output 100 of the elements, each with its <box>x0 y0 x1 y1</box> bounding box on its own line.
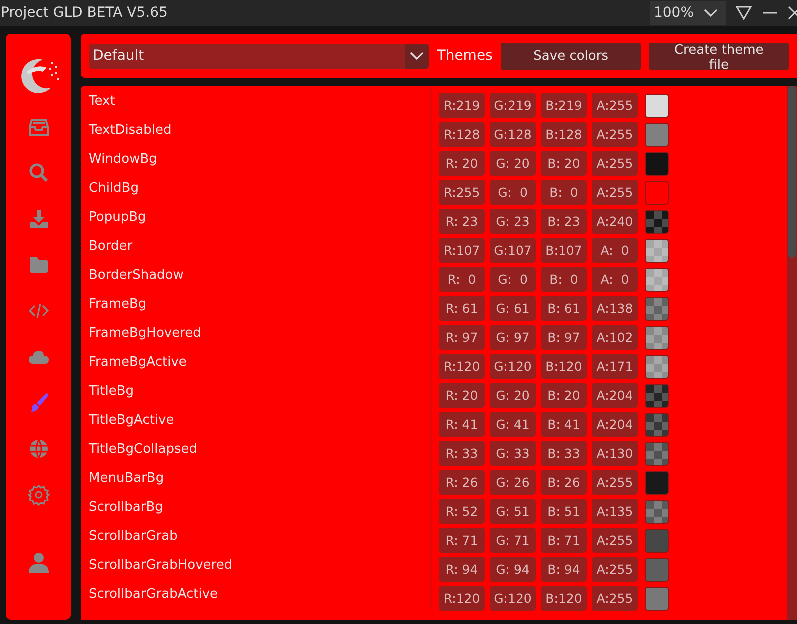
color-swatch[interactable] <box>645 558 669 582</box>
channel-field[interactable]: B: 94 <box>541 557 587 582</box>
color-swatch[interactable] <box>645 238 669 262</box>
channel-field[interactable]: R: 97 <box>439 325 485 350</box>
channel-field[interactable]: A:255 <box>592 586 638 611</box>
channel-field[interactable]: A:138 <box>592 296 638 321</box>
settings-icon <box>28 484 50 506</box>
channel-field[interactable]: B: 51 <box>541 499 587 524</box>
channel-field[interactable]: G: 20 <box>490 151 536 176</box>
channel-field[interactable]: R:120 <box>439 586 485 611</box>
channel-field[interactable]: B:219 <box>541 93 587 118</box>
color-swatch[interactable] <box>645 152 669 176</box>
channel-field[interactable]: G: 23 <box>490 209 536 234</box>
channel-field[interactable]: A:255 <box>592 122 638 147</box>
channel-field[interactable]: G: 97 <box>490 325 536 350</box>
channel-field[interactable]: R: 52 <box>439 499 485 524</box>
channel-field[interactable]: B: 61 <box>541 296 587 321</box>
color-swatch[interactable] <box>645 122 669 146</box>
channel-field[interactable]: B:128 <box>541 122 587 147</box>
channel-field[interactable]: R:255 <box>439 180 485 205</box>
channel-field[interactable]: R: 71 <box>439 528 485 553</box>
channel-field[interactable]: A:171 <box>592 354 638 379</box>
channel-field[interactable]: A:204 <box>592 412 638 437</box>
channel-field[interactable]: B: 23 <box>541 209 587 234</box>
theme-dropdown[interactable]: Default <box>89 44 430 68</box>
channel-field[interactable]: G: 26 <box>490 470 536 495</box>
channel-field[interactable]: G: 0 <box>490 180 536 205</box>
color-swatch[interactable] <box>645 528 669 552</box>
channel-field[interactable]: B: 33 <box>541 441 587 466</box>
channel-field[interactable]: R: 20 <box>439 383 485 408</box>
channel-field[interactable]: A:102 <box>592 325 638 350</box>
triangle-icon[interactable] <box>736 6 752 20</box>
channel-field[interactable]: A:255 <box>592 93 638 118</box>
channel-field[interactable]: G: 51 <box>490 499 536 524</box>
channel-field[interactable]: G:107 <box>490 238 536 263</box>
color-swatch[interactable] <box>645 296 669 320</box>
color-swatch[interactable] <box>645 94 669 118</box>
channel-field[interactable]: R: 0 <box>439 267 485 292</box>
channel-field[interactable]: G:120 <box>490 586 536 611</box>
channel-field[interactable]: G: 41 <box>490 412 536 437</box>
channel-field[interactable]: A: 0 <box>592 238 638 263</box>
channel-field[interactable]: A:255 <box>592 180 638 205</box>
channel-field[interactable]: B: 0 <box>541 180 587 205</box>
channel-field[interactable]: G:219 <box>490 93 536 118</box>
channel-field[interactable]: B:120 <box>541 354 587 379</box>
toolbar-button[interactable]: Save colors <box>500 42 642 70</box>
channel-field[interactable]: R:107 <box>439 238 485 263</box>
channel-field[interactable]: A:240 <box>592 209 638 234</box>
channel-field[interactable]: B: 20 <box>541 151 587 176</box>
channel-field[interactable]: G: 94 <box>490 557 536 582</box>
channel-field[interactable]: A:204 <box>592 383 638 408</box>
channel-field[interactable]: R: 61 <box>439 296 485 321</box>
zoom-dropdown[interactable]: 100% <box>650 1 726 25</box>
channel-field[interactable]: A:255 <box>592 557 638 582</box>
color-swatch[interactable] <box>645 180 669 204</box>
color-swatch[interactable] <box>645 384 669 408</box>
channel-field[interactable]: R: 33 <box>439 441 485 466</box>
channel-field[interactable]: G: 33 <box>490 441 536 466</box>
color-swatch[interactable] <box>645 470 669 494</box>
channel-field[interactable]: G: 71 <box>490 528 536 553</box>
channel-field[interactable]: A: 0 <box>592 267 638 292</box>
color-swatch[interactable] <box>645 354 669 378</box>
channel-field[interactable]: B:120 <box>541 586 587 611</box>
color-swatch[interactable] <box>645 586 669 610</box>
color-swatch[interactable] <box>645 412 669 436</box>
channel-field[interactable]: R:120 <box>439 354 485 379</box>
channel-field[interactable]: R: 94 <box>439 557 485 582</box>
channel-field[interactable]: B: 0 <box>541 267 587 292</box>
color-swatch[interactable] <box>645 442 669 466</box>
channel-field[interactable]: R:128 <box>439 122 485 147</box>
close-icon[interactable] <box>788 6 797 20</box>
channel-field[interactable]: A:255 <box>592 470 638 495</box>
channel-field[interactable]: A:255 <box>592 528 638 553</box>
scrollbar[interactable] <box>787 86 797 620</box>
channel-field[interactable]: G:120 <box>490 354 536 379</box>
color-swatch[interactable] <box>645 500 669 524</box>
color-swatch[interactable] <box>645 326 669 350</box>
search-icon <box>28 162 50 184</box>
channel-field[interactable]: A:255 <box>592 151 638 176</box>
channel-field[interactable]: A:135 <box>592 499 638 524</box>
channel-field[interactable]: B: 97 <box>541 325 587 350</box>
toolbar-button[interactable]: Create theme file <box>649 42 789 70</box>
color-swatch[interactable] <box>645 210 669 234</box>
channel-field[interactable]: B: 20 <box>541 383 587 408</box>
channel-field[interactable]: B:107 <box>541 238 587 263</box>
channel-field[interactable]: A:130 <box>592 441 638 466</box>
channel-field[interactable]: R: 41 <box>439 412 485 437</box>
channel-field[interactable]: G: 0 <box>490 267 536 292</box>
color-name: TitleBgActive <box>89 406 431 435</box>
color-swatch[interactable] <box>645 268 669 292</box>
channel-field[interactable]: G: 61 <box>490 296 536 321</box>
channel-field[interactable]: G:128 <box>490 122 536 147</box>
channel-field[interactable]: B: 41 <box>541 412 587 437</box>
channel-field[interactable]: R:219 <box>439 93 485 118</box>
channel-field[interactable]: R: 23 <box>439 209 485 234</box>
channel-field[interactable]: R: 26 <box>439 470 485 495</box>
channel-field[interactable]: B: 71 <box>541 528 587 553</box>
channel-field[interactable]: R: 20 <box>439 151 485 176</box>
channel-field[interactable]: B: 26 <box>541 470 587 495</box>
channel-field[interactable]: G: 20 <box>490 383 536 408</box>
